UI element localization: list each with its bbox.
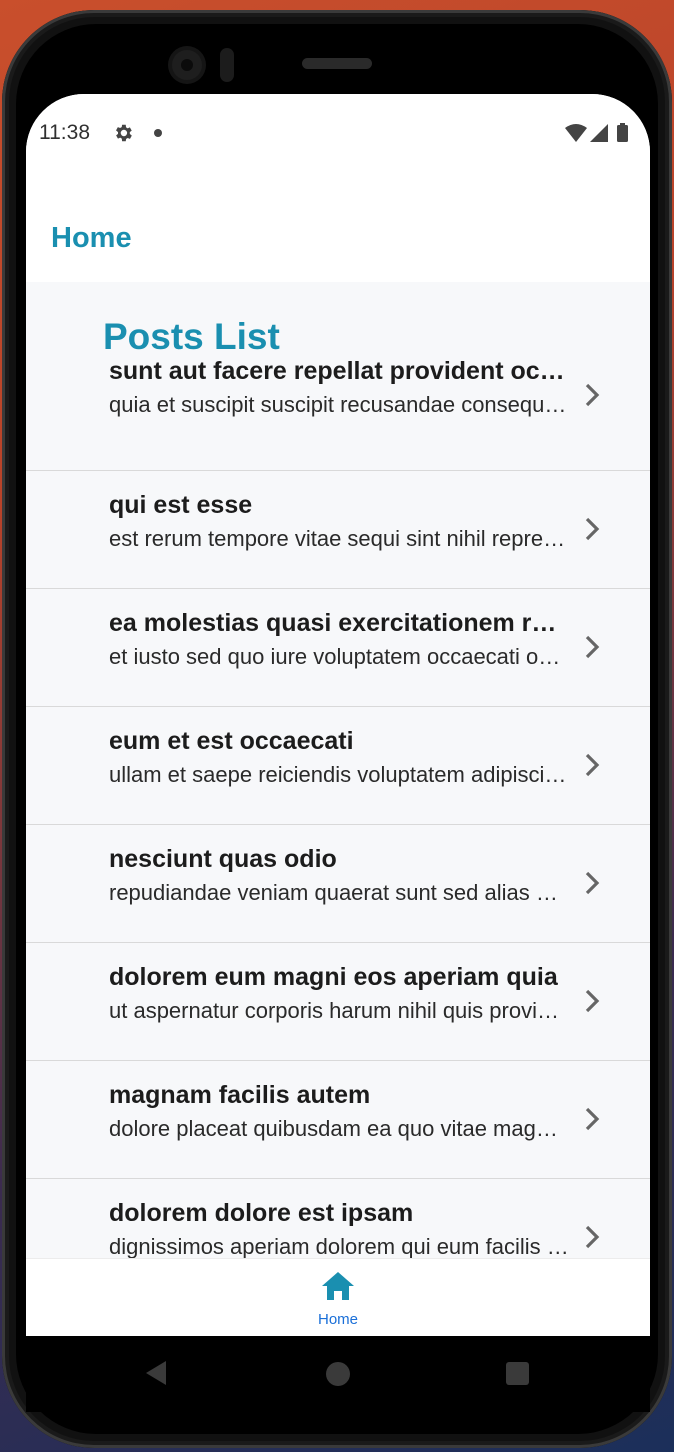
post-list-item[interactable]: sunt aut facere repellat provident occae… [26, 355, 650, 471]
post-list-item[interactable]: qui est esse est rerum tempore vitae seq… [26, 471, 650, 589]
nav-home-label: Home [317, 1311, 358, 1328]
header-title: Home [51, 222, 132, 254]
post-title: eum et est occaecati [109, 727, 354, 755]
post-body: quia et suscipit suscipit recusandae con… [109, 392, 569, 417]
post-body: est rerum tempore vitae sequi sint nihil… [109, 526, 569, 551]
post-list-item[interactable]: magnam facilis autem dolore placeat quib… [26, 1061, 650, 1179]
signal-icon [590, 124, 608, 142]
post-list-item[interactable]: dolorem dolore est ipsam dignissimos ape… [26, 1179, 650, 1258]
app-header: Home [26, 174, 650, 282]
system-nav-bar [26, 1336, 650, 1412]
chevron-right-icon [585, 517, 600, 541]
post-list-item[interactable]: eum et est occaecati ullam et saepe reic… [26, 707, 650, 825]
post-body: ullam et saepe reiciendis voluptatem adi… [109, 762, 569, 787]
chevron-right-icon [585, 1107, 600, 1131]
post-body: et iusto sed quo iure voluptatem occaeca… [109, 644, 569, 669]
post-title: magnam facilis autem [109, 1081, 371, 1109]
post-title: sunt aut facere repellat provident occae… [109, 357, 569, 385]
post-title: ea molestias quasi exercitationem repell… [109, 609, 569, 637]
status-icons [565, 123, 628, 142]
post-title: qui est esse [109, 491, 253, 519]
app-screen: 11:38 Home Posts List sunt aut facere re… [26, 94, 650, 1336]
post-list-item[interactable]: dolorem eum magni eos aperiam quia ut as… [26, 943, 650, 1061]
post-body: dolore placeat quibusdam ea quo vitae ma… [109, 1116, 569, 1141]
posts-list-title: Posts List [103, 316, 280, 357]
wifi-icon [565, 124, 587, 142]
battery-icon [617, 123, 628, 142]
earpiece-speaker [302, 58, 372, 69]
post-list-item[interactable]: ea molestias quasi exercitationem repell… [26, 589, 650, 707]
post-title: dolorem dolore est ipsam [109, 1199, 414, 1227]
post-body: ut aspernatur corporis harum nihil quis … [109, 998, 569, 1023]
chevron-right-icon [585, 989, 600, 1013]
home-icon [322, 1272, 354, 1300]
post-title: dolorem eum magni eos aperiam quia [109, 963, 558, 991]
proximity-sensor [220, 48, 234, 82]
post-title: nesciunt quas odio [109, 845, 337, 873]
post-list-item[interactable]: nesciunt quas odio repudiandae veniam qu… [26, 825, 650, 943]
posts-content[interactable]: Posts List sunt aut facere repellat prov… [26, 282, 650, 1258]
post-list: sunt aut facere repellat provident occae… [26, 355, 650, 1258]
notification-dot-icon [154, 129, 162, 137]
front-camera [172, 50, 202, 80]
post-body: dignissimos aperiam dolorem qui eum faci… [109, 1234, 569, 1258]
recent-apps-button[interactable] [506, 1362, 529, 1385]
gear-icon [116, 124, 132, 142]
nav-home-tab[interactable]: Home [298, 1267, 378, 1335]
system-home-button[interactable] [326, 1362, 350, 1386]
back-icon[interactable] [144, 1360, 168, 1386]
status-bar: 11:38 [26, 94, 650, 174]
chevron-right-icon [585, 635, 600, 659]
chevron-right-icon [585, 1225, 600, 1249]
post-body: repudiandae veniam quaerat sunt sed alia… [109, 880, 569, 905]
status-time: 11:38 [39, 121, 90, 144]
chevron-right-icon [585, 383, 600, 407]
bottom-nav: Home [26, 1258, 650, 1336]
chevron-right-icon [585, 753, 600, 777]
chevron-right-icon [585, 871, 600, 895]
